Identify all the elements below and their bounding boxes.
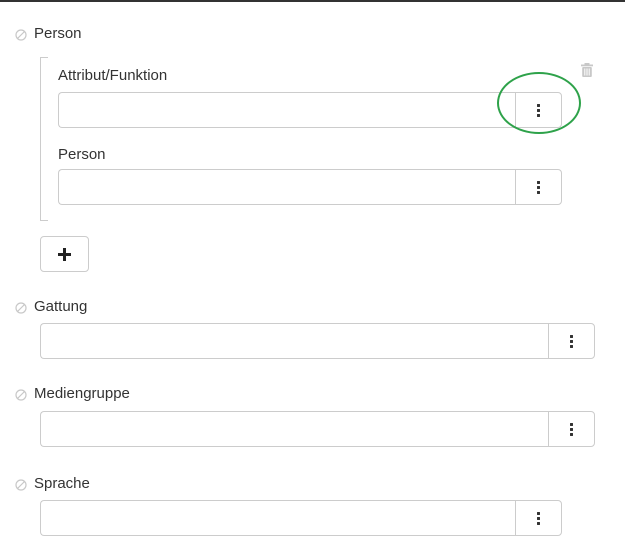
kebab-menu-icon <box>537 511 540 525</box>
plus-icon <box>58 247 71 261</box>
attribute-function-menu-button[interactable] <box>515 92 562 128</box>
kebab-menu-icon <box>537 180 540 194</box>
ban-icon <box>15 479 27 491</box>
gattung-field-label: Gattung <box>15 297 87 317</box>
person-field-label: Person <box>15 24 82 44</box>
kebab-menu-icon <box>537 103 540 117</box>
attribute-function-input[interactable] <box>58 92 515 128</box>
ban-icon <box>15 389 27 401</box>
ban-icon <box>15 302 27 314</box>
attribute-function-input-group <box>58 92 562 128</box>
kebab-menu-icon <box>570 422 573 436</box>
person-menu-button[interactable] <box>515 169 562 205</box>
person-label-text: Person <box>34 25 82 42</box>
gattung-input-group <box>40 323 595 359</box>
gattung-input[interactable] <box>40 323 548 359</box>
person-input-group <box>58 169 562 205</box>
add-person-button[interactable] <box>40 236 89 272</box>
attribute-function-label: Attribut/Funktion <box>58 67 168 84</box>
mediengruppe-input[interactable] <box>40 411 548 447</box>
trash-icon[interactable] <box>579 62 595 78</box>
top-divider <box>0 0 625 2</box>
mediengruppe-field-label: Mediengruppe <box>15 384 130 404</box>
gattung-label-text: Gattung <box>34 298 88 315</box>
person-entry-bracket <box>40 57 48 221</box>
sprache-input-group <box>40 500 562 536</box>
sprache-input[interactable] <box>40 500 515 536</box>
mediengruppe-label-text: Mediengruppe <box>34 385 130 402</box>
sprache-field-label: Sprache <box>15 474 90 494</box>
mediengruppe-input-group <box>40 411 595 447</box>
person-input[interactable] <box>58 169 515 205</box>
sprache-menu-button[interactable] <box>515 500 562 536</box>
ban-icon <box>15 29 27 41</box>
mediengruppe-menu-button[interactable] <box>548 411 595 447</box>
person-entry-label: Person <box>58 146 106 163</box>
sprache-label-text: Sprache <box>34 475 90 492</box>
gattung-menu-button[interactable] <box>548 323 595 359</box>
kebab-menu-icon <box>570 334 573 348</box>
